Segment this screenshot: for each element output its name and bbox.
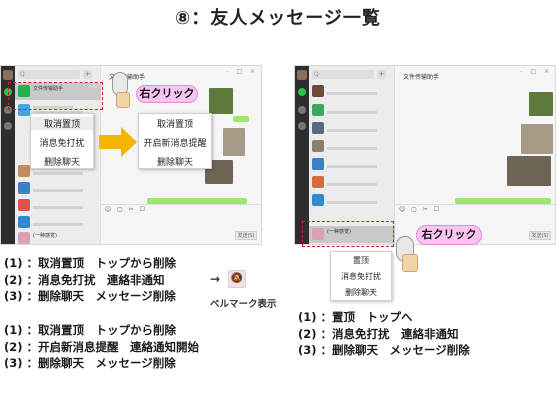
chat-avatar xyxy=(18,165,30,177)
contacts-icon[interactable] xyxy=(298,106,306,114)
sidebar-avatar[interactable] xyxy=(3,70,13,80)
right-chat-list: Q + (一种感觉) xyxy=(309,66,395,244)
chat-row[interactable] xyxy=(309,102,395,119)
input-toolbar[interactable]: ☺ ▢ ✂ ☐ xyxy=(105,206,147,213)
page-title: ⑧：友人メッセージ一覧 xyxy=(175,8,381,29)
selection-highlight xyxy=(302,221,394,247)
message-photo[interactable] xyxy=(209,88,233,114)
input-divider xyxy=(101,204,261,205)
menu-item-mute[interactable]: 消息免打扰 xyxy=(31,136,93,149)
context-menu: 置顶 消息免打扰 删除聊天 xyxy=(330,251,392,301)
chat-icon[interactable] xyxy=(298,88,306,96)
hand-icon xyxy=(402,254,418,272)
list-item: (3) ：删除聊天 メッセージ削除 xyxy=(4,289,176,303)
menu-item-pin[interactable]: 置顶 xyxy=(331,255,391,266)
chat-row[interactable]: (一种感觉) xyxy=(15,230,101,244)
arrow-glyph: → xyxy=(210,272,221,286)
list-item: (1) ：取消置顶 トップから削除 xyxy=(4,323,177,337)
menu-item-mute[interactable]: 消息免打扰 xyxy=(331,271,391,282)
menu-item-unpin[interactable]: 取消置顶 xyxy=(31,117,93,130)
chat-row[interactable] xyxy=(309,156,395,173)
window-controls[interactable]: - □ × xyxy=(226,68,258,75)
chat-avatar xyxy=(18,182,30,194)
search-input[interactable]: Q xyxy=(312,70,374,79)
right-chat-pane: 文件传输助手 - □ × ☺ ▢ ✂ ☐ 发送(S) xyxy=(395,66,555,244)
chat-name: (一种感觉) xyxy=(33,233,57,239)
arrow-icon xyxy=(99,127,137,157)
sidebar-avatar[interactable] xyxy=(297,70,307,80)
input-divider xyxy=(395,204,555,205)
bell-note: ベルマーク表示 xyxy=(210,299,277,310)
message-photo[interactable] xyxy=(529,92,553,116)
menu-item-delete-chat[interactable]: 删除聊天 xyxy=(139,155,211,168)
message-photo[interactable] xyxy=(223,128,245,156)
favorites-icon[interactable] xyxy=(298,122,306,130)
menu-item-enable-notify[interactable]: 开启新消息提醒 xyxy=(139,136,211,149)
list-item: (2) ：消息免打扰 連絡非通知 xyxy=(298,326,459,341)
chat-avatar xyxy=(18,199,30,211)
left-explanation-list-b: (1) ：取消置顶 トップから削除 (2) ：开启新消息提醒 連絡通知開始 (3… xyxy=(4,322,199,372)
send-button[interactable]: 发送(S) xyxy=(529,231,551,240)
menu-item-delete-chat[interactable]: 删除聊天 xyxy=(331,287,391,298)
selection-highlight xyxy=(8,82,103,110)
add-chat-button[interactable]: + xyxy=(377,70,386,79)
chat-row[interactable] xyxy=(309,83,395,100)
menu-item-delete-chat[interactable]: 删除聊天 xyxy=(31,155,93,168)
chat-row[interactable] xyxy=(15,214,101,231)
chat-row[interactable] xyxy=(309,192,395,209)
list-item: (3) ：删除聊天 メッセージ削除 xyxy=(4,356,176,370)
right-sidebar xyxy=(295,66,309,244)
message-photo[interactable] xyxy=(521,124,553,154)
list-item: (2) ：消息免打扰 連絡非通知 xyxy=(4,272,165,287)
chat-row[interactable] xyxy=(15,197,101,214)
menu-item-unpin[interactable]: 取消置顶 xyxy=(139,117,211,130)
list-item: (3) ：删除聊天 メッセージ削除 xyxy=(298,343,470,357)
right-explanation-list: (1) ：置顶 トップへ (2) ：消息免打扰 連絡非通知 (3) ：删除聊天 … xyxy=(298,309,470,359)
bell-mute-icon: 🔕 xyxy=(228,270,246,288)
chat-row[interactable] xyxy=(309,174,395,191)
add-chat-button[interactable]: + xyxy=(83,70,92,79)
chat-row[interactable] xyxy=(309,138,395,155)
chat-avatar xyxy=(18,232,30,244)
chat-row[interactable] xyxy=(309,120,395,137)
chat-avatar xyxy=(18,216,30,228)
message-bubble xyxy=(233,116,249,122)
send-button[interactable]: 发送(S) xyxy=(235,231,257,240)
context-menu: 取消置顶 消息免打扰 删除聊天 xyxy=(30,113,94,169)
search-input[interactable]: Q xyxy=(18,70,80,79)
right-click-callout: 右クリック xyxy=(136,85,198,103)
chat-title: 文件传输助手 xyxy=(403,74,440,81)
chat-row[interactable] xyxy=(15,180,101,197)
message-photo[interactable] xyxy=(507,156,551,186)
right-wechat-screenshot: Q + (一种感觉) 文件传输助手 - □ × ☺ ▢ ✂ ☐ 发送(S) xyxy=(294,65,556,245)
window-controls[interactable]: - □ × xyxy=(520,68,552,75)
context-menu-after: 取消置顶 开启新消息提醒 删除聊天 xyxy=(138,113,212,169)
right-click-callout: 右クリック xyxy=(416,225,482,245)
input-toolbar[interactable]: ☺ ▢ ✂ ☐ xyxy=(399,206,441,213)
favorites-icon[interactable] xyxy=(4,122,12,130)
hand-icon xyxy=(116,92,130,108)
left-explanation-list-a: (1) ：取消置顶 トップから削除 (2) ：消息免打扰 連絡非通知 (3) ：… xyxy=(4,255,176,305)
list-item: (1) ：取消置顶 トップから削除 xyxy=(4,256,177,270)
list-item: (1) ：置顶 トップへ xyxy=(298,310,413,324)
list-item: (2) ：开启新消息提醒 連絡通知開始 xyxy=(4,339,200,354)
